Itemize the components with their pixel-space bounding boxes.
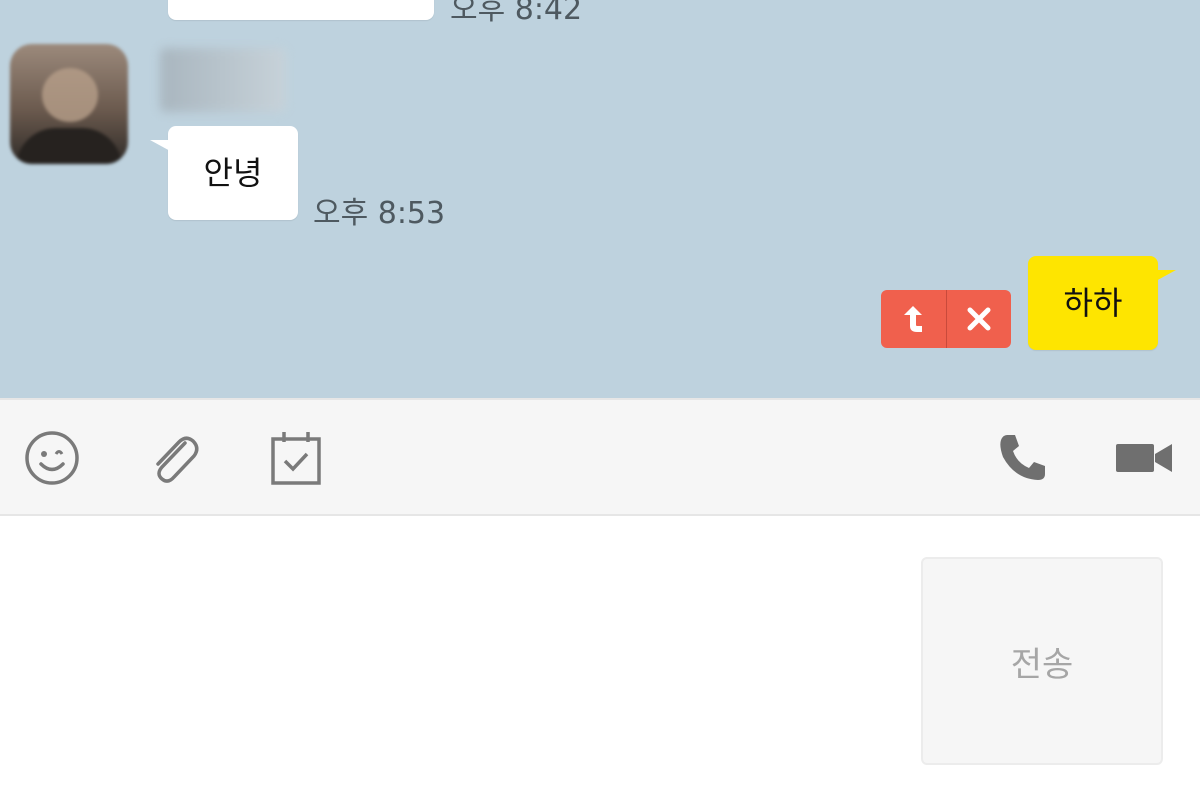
- chat-toolbar: [0, 398, 1200, 516]
- retry-send-button[interactable]: [881, 290, 946, 348]
- incoming-message-text: 안녕: [203, 154, 263, 192]
- calendar-check-icon: [271, 432, 321, 485]
- phone-icon: [1000, 435, 1045, 480]
- schedule-button[interactable]: [266, 428, 326, 488]
- message-input[interactable]: [20, 540, 904, 774]
- previous-message-bubble: [168, 0, 434, 20]
- emoji-button[interactable]: [22, 428, 82, 488]
- video-camera-icon: [1116, 444, 1172, 472]
- sender-avatar[interactable]: [10, 44, 128, 164]
- video-call-button[interactable]: [1114, 428, 1174, 488]
- sender-name: 이름: [160, 48, 286, 112]
- voice-call-button[interactable]: [992, 428, 1052, 488]
- attach-button[interactable]: [144, 428, 204, 488]
- send-button[interactable]: 전송: [921, 557, 1163, 765]
- incoming-message-time: 오후 8:53: [313, 196, 446, 231]
- previous-message-time: 오후 8:42: [450, 0, 583, 27]
- delete-message-button[interactable]: [947, 290, 1012, 348]
- failed-message-actions: [881, 290, 1011, 348]
- incoming-message-bubble[interactable]: 안녕: [150, 126, 298, 220]
- outgoing-message-text: 하하: [1063, 284, 1123, 322]
- chat-area[interactable]: 오후 8:42 이름 안녕 오후 8:53 하하: [0, 0, 1200, 398]
- attach-clip-icon: [156, 436, 199, 483]
- emoji-icon: [25, 431, 79, 485]
- close-icon: [967, 307, 991, 331]
- send-button-label: 전송: [1010, 644, 1074, 685]
- outgoing-message-bubble[interactable]: 하하: [1028, 256, 1176, 350]
- retry-arrow-icon: [904, 306, 923, 332]
